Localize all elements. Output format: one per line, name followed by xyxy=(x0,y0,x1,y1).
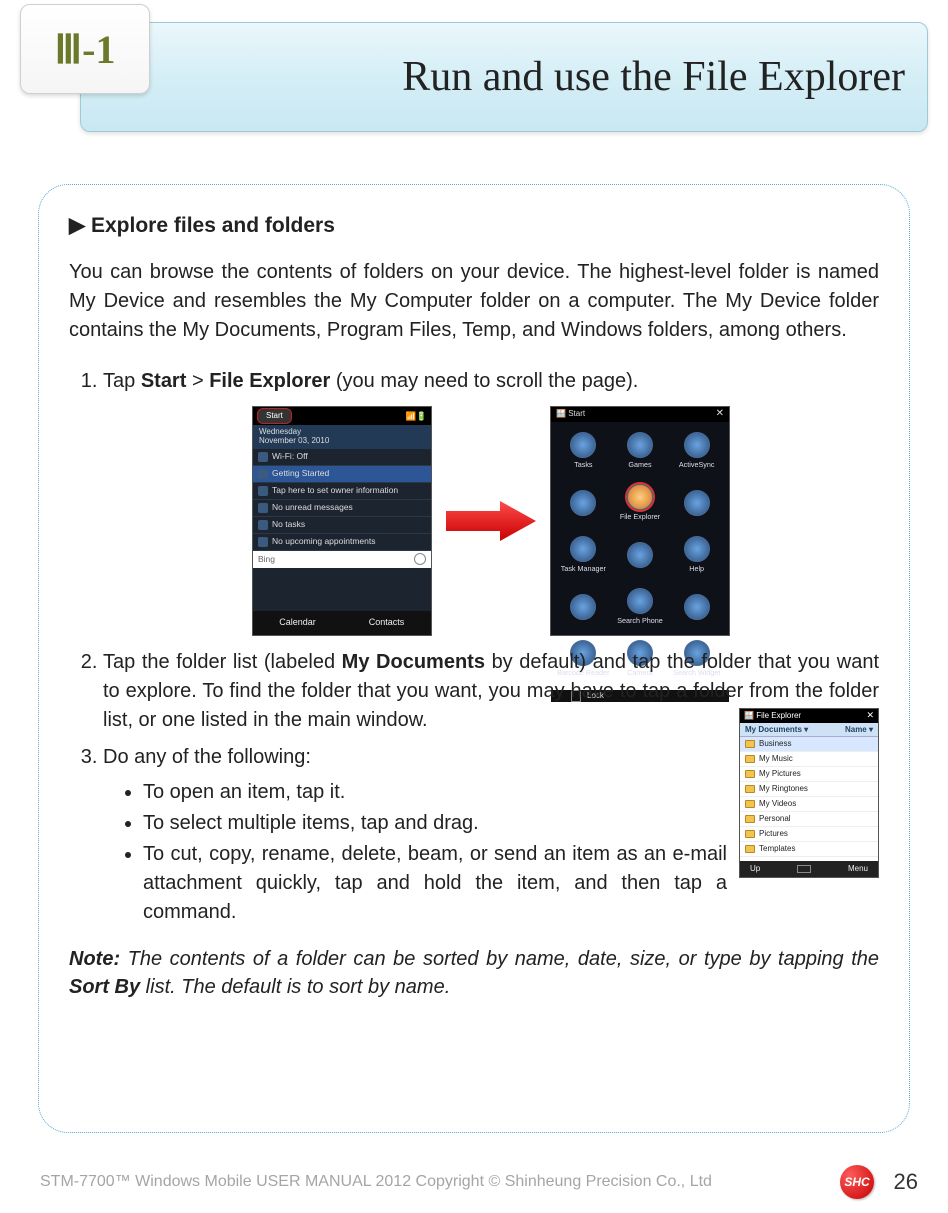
note-label: Note: xyxy=(69,948,120,970)
sort-dropdown: Name ▾ xyxy=(845,724,873,736)
step1-start-label: Start xyxy=(141,370,187,392)
folder-item: Pictures xyxy=(759,828,788,840)
app-icon-label: ActiveSync xyxy=(679,460,715,470)
page-header: Ⅲ-1 Run and use the File Explorer xyxy=(20,4,928,144)
mock3-title: File Explorer xyxy=(756,711,801,720)
folder-icon xyxy=(745,815,755,823)
content-panel: ▶ Explore files and folders You can brow… xyxy=(38,184,910,1133)
app-icon-label: File Explorer xyxy=(620,512,660,522)
folder-icon xyxy=(745,770,755,778)
keyboard-icon xyxy=(797,865,811,873)
app-icon-label: Task Manager xyxy=(561,564,606,574)
heading-arrow-icon: ▶ xyxy=(69,214,85,237)
start-button-mock: Start xyxy=(257,408,292,424)
note-bold: Sort By xyxy=(69,976,140,998)
folder-icon xyxy=(745,785,755,793)
step1-post: (you may need to scroll the page). xyxy=(330,370,638,392)
folder-item: My Pictures xyxy=(759,768,801,780)
folder-item: Templates xyxy=(759,843,795,855)
mock-date-full: November 03, 2010 xyxy=(259,437,425,446)
search-icon xyxy=(414,553,426,565)
note-pre: The contents of a folder can be sorted b… xyxy=(120,948,879,970)
app-icon-label: Tasks xyxy=(574,460,592,470)
section-heading: ▶ Explore files and folders xyxy=(69,213,879,238)
step-list: Tap Start > File Explorer (you may need … xyxy=(69,367,879,927)
intro-paragraph: You can browse the contents of folders o… xyxy=(69,258,879,345)
mock-row: No upcoming appointments xyxy=(272,535,375,547)
page-title: Run and use the File Explorer xyxy=(402,53,905,101)
step1-fileexplorer-label: File Explorer xyxy=(209,370,330,392)
figure-row: Start📶🔋 WednesdayNovember 03, 2010 Wi-Fi… xyxy=(103,406,879,636)
folder-item: Business xyxy=(759,738,791,750)
folder-item: My Music xyxy=(759,753,793,765)
app-icon-label: Games xyxy=(628,460,651,470)
mock3-up: Up xyxy=(750,863,760,875)
mock2-start-label: Start xyxy=(568,409,585,418)
mock-row: No unread messages xyxy=(272,501,353,513)
mock-softkey-right: Contacts xyxy=(342,611,431,635)
mock3-menu: Menu xyxy=(848,863,868,875)
heading-text: Explore files and folders xyxy=(91,214,335,237)
app-icon-label: Help xyxy=(689,564,704,574)
mock-row: Getting Started xyxy=(272,467,329,479)
app-icon-label: Search Phone xyxy=(617,616,663,626)
folder-item: Personal xyxy=(759,813,791,825)
arrow-right-icon xyxy=(446,501,536,541)
folder-icon xyxy=(745,830,755,838)
screenshot-file-explorer: 🪟 File Explorer✕ My Documents ▾Name ▾ Bu… xyxy=(739,708,879,878)
mock-row: Tap here to set owner information xyxy=(272,484,398,496)
folder-dropdown: My Documents ▾ xyxy=(745,724,808,736)
mock-row: Wi-Fi: Off xyxy=(272,450,308,462)
page-number: 26 xyxy=(884,1169,918,1195)
step-2: Tap the folder list (labeled My Document… xyxy=(103,648,879,735)
page-footer: STM-7700™ Windows Mobile USER MANUAL 201… xyxy=(0,1165,948,1199)
screenshot-home: Start📶🔋 WednesdayNovember 03, 2010 Wi-Fi… xyxy=(252,406,432,636)
section-badge: Ⅲ-1 xyxy=(20,4,150,94)
step3-text: Do any of the following: xyxy=(103,746,311,768)
folder-icon xyxy=(745,800,755,808)
folder-icon xyxy=(745,755,755,763)
mock-softkey-left: Calendar xyxy=(253,611,342,635)
step1-mid: > xyxy=(186,370,209,392)
note-post: list. The default is to sort by name. xyxy=(140,976,450,998)
step-1: Tap Start > File Explorer (you may need … xyxy=(103,367,879,636)
folder-icon xyxy=(745,845,755,853)
close-icon: ✕ xyxy=(866,709,874,722)
folder-icon xyxy=(745,740,755,748)
title-bar: Run and use the File Explorer xyxy=(80,22,928,132)
screenshot-start-menu: 🪟 Start✕ Tasks Games ActiveSync File Exp… xyxy=(550,406,730,636)
mock-bing: Bing xyxy=(258,553,275,565)
folder-item: My Ringtones xyxy=(759,783,808,795)
close-icon: ✕ xyxy=(716,407,724,422)
footer-logo: SHC xyxy=(840,1165,874,1199)
step2-bold: My Documents xyxy=(342,651,485,673)
footer-text: STM-7700™ Windows Mobile USER MANUAL 201… xyxy=(30,1173,830,1191)
step2-pre: Tap the folder list (labeled xyxy=(103,651,342,673)
step1-pre: Tap xyxy=(103,370,141,392)
mock-row: No tasks xyxy=(272,518,305,530)
file-explorer-app-icon: File Explorer xyxy=(614,480,667,528)
note-paragraph: Note: The contents of a folder can be so… xyxy=(69,945,879,1001)
folder-item: My Videos xyxy=(759,798,796,810)
